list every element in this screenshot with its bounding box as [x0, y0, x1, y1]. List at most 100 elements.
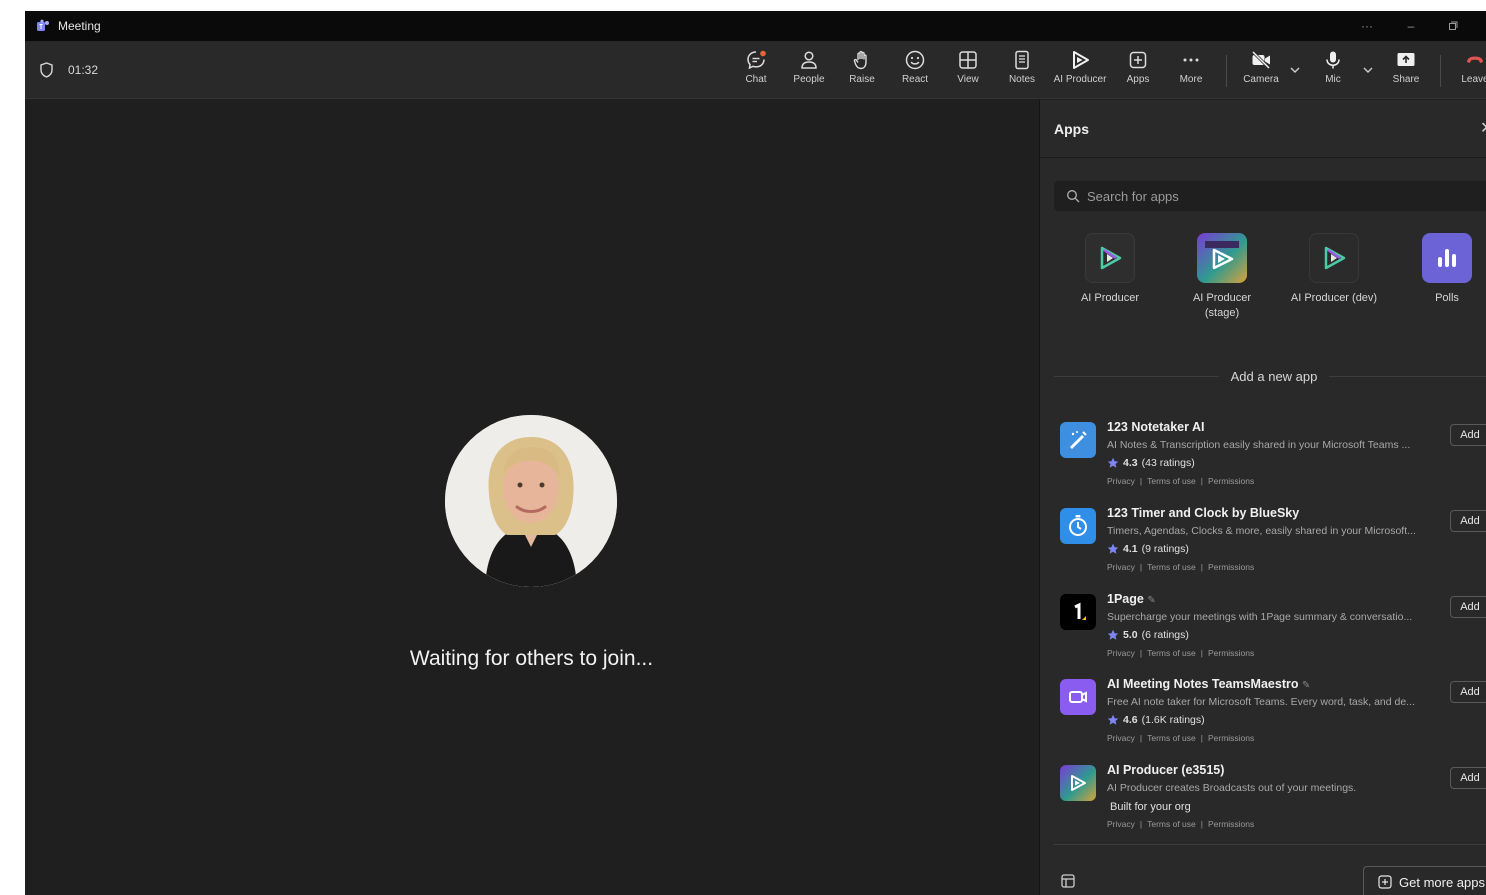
app-description: Free AI note taker for Microsoft Teams. …	[1107, 696, 1415, 708]
rating-value: 4.3	[1123, 457, 1138, 469]
teams-icon	[37, 19, 49, 31]
people-button[interactable]: People	[783, 49, 835, 95]
app-name: AI Meeting Notes TeamsMaestro ✎	[1107, 677, 1311, 691]
ai-producer-icon	[1073, 51, 1089, 69]
notetaker-app-icon	[1060, 422, 1096, 458]
app-list-item[interactable]: 1Page ✎ Supercharge your meetings with 1…	[1060, 592, 1486, 672]
get-more-apps-button[interactable]: Get more apps	[1363, 866, 1486, 895]
chat-label: Chat	[745, 74, 767, 85]
leave-button[interactable]: Leave	[1449, 49, 1486, 95]
pinned-app-polls[interactable]: Polls	[1401, 233, 1486, 306]
star-icon	[1107, 543, 1119, 554]
app-name: 123 Notetaker AI	[1107, 420, 1205, 434]
terms-link[interactable]: Terms of use	[1147, 562, 1196, 572]
mic-button[interactable]: Mic	[1307, 49, 1359, 95]
more-icon: ···	[1361, 19, 1373, 33]
more-options-button[interactable]: ···	[1347, 11, 1387, 41]
pinned-app-ai-producer-stage[interactable]: AI Producer (stage)	[1176, 233, 1268, 321]
more-button[interactable]: More	[1165, 49, 1217, 95]
teamsmaestro-app-icon	[1060, 679, 1096, 715]
react-label: React	[901, 74, 929, 85]
link-separator: |	[1139, 819, 1143, 829]
get-more-apps-label: Get more apps	[1399, 874, 1485, 890]
leave-label: Leave	[1461, 74, 1486, 85]
add-app-button[interactable]: Add	[1450, 596, 1486, 618]
terms-link[interactable]: Terms of use	[1147, 476, 1196, 486]
panel-divider	[1040, 157, 1486, 158]
permissions-link[interactable]: Permissions	[1208, 733, 1254, 743]
meeting-window: Meeting ··· – 01:32 Chat People Raise Re…	[25, 11, 1486, 895]
react-button[interactable]: React	[889, 49, 941, 95]
privacy-link[interactable]: Privacy	[1107, 648, 1135, 658]
app-rating: 5.0 (6 ratings)	[1107, 629, 1189, 641]
notes-button[interactable]: Notes	[996, 49, 1048, 95]
window-title: Meeting	[58, 19, 101, 33]
app-rating: 4.3 (43 ratings)	[1107, 457, 1195, 469]
pinned-app-ai-producer-dev[interactable]: AI Producer (dev)	[1288, 233, 1380, 306]
link-separator: |	[1200, 648, 1203, 658]
terms-link[interactable]: Terms of use	[1147, 819, 1196, 829]
add-app-button[interactable]: Add	[1450, 424, 1486, 446]
restore-icon	[1449, 21, 1458, 30]
app-description: Timers, Agendas, Clocks & more, easily s…	[1107, 525, 1416, 537]
apps-label: Apps	[1126, 74, 1150, 85]
camera-button[interactable]: Camera	[1235, 49, 1287, 95]
mic-icon	[1326, 51, 1340, 69]
permissions-link[interactable]: Permissions	[1208, 819, 1254, 829]
ai-producer-dev-app-icon	[1309, 233, 1359, 283]
terms-link[interactable]: Terms of use	[1147, 648, 1196, 658]
add-new-app-divider: Add a new app	[1054, 366, 1486, 386]
manage-apps-icon[interactable]	[1060, 873, 1076, 889]
title-bar: Meeting ··· –	[25, 11, 1486, 41]
apps-button[interactable]: Apps	[1112, 49, 1164, 95]
star-icon	[1107, 629, 1119, 640]
add-app-icon	[1378, 875, 1392, 889]
privacy-link[interactable]: Privacy	[1107, 733, 1135, 743]
mic-options-chevron-icon[interactable]	[1361, 63, 1375, 77]
pinned-app-ai-producer[interactable]: AI Producer	[1064, 233, 1156, 306]
search-input[interactable]	[1087, 188, 1467, 204]
raise-hand-button[interactable]: Raise	[836, 49, 888, 95]
rating-count: (9 ratings)	[1141, 543, 1189, 555]
shield-icon	[40, 62, 53, 78]
link-separator: |	[1200, 819, 1203, 829]
edit-icon: ✎	[1301, 680, 1311, 691]
people-label: People	[793, 74, 825, 85]
add-app-button[interactable]: Add	[1450, 767, 1486, 789]
camera-options-chevron-icon[interactable]	[1288, 63, 1302, 77]
app-list-item[interactable]: AI Producer (e3515) AI Producer creates …	[1060, 763, 1486, 843]
notes-icon	[1015, 50, 1029, 70]
chat-button[interactable]: Chat	[730, 49, 782, 95]
permissions-link[interactable]: Permissions	[1208, 648, 1254, 658]
ai-producer-stage-app-icon	[1197, 233, 1247, 283]
share-button[interactable]: Share	[1380, 49, 1432, 95]
app-list-item[interactable]: AI Meeting Notes TeamsMaestro ✎ Free AI …	[1060, 677, 1486, 757]
app-list-item[interactable]: 123 Timer and Clock by BlueSky Timers, A…	[1060, 506, 1486, 586]
star-icon	[1107, 457, 1119, 468]
rating-value: 4.1	[1123, 543, 1138, 555]
app-rating: 4.6 (1.6K ratings)	[1107, 714, 1205, 726]
add-app-button[interactable]: Add	[1450, 510, 1486, 532]
add-app-button[interactable]: Add	[1450, 681, 1486, 703]
polls-app-icon	[1422, 233, 1472, 283]
privacy-link[interactable]: Privacy	[1107, 819, 1135, 829]
terms-link[interactable]: Terms of use	[1147, 733, 1196, 743]
pinned-app-name: AI Producer (stage)	[1192, 292, 1252, 319]
pinned-app-name: AI Producer	[1080, 292, 1140, 304]
add-new-app-label: Add a new app	[1230, 368, 1318, 384]
permissions-link[interactable]: Permissions	[1208, 562, 1254, 572]
toolbar-divider	[1440, 55, 1441, 87]
privacy-link[interactable]: Privacy	[1107, 562, 1135, 572]
ai-producer-button[interactable]: AI Producer	[1054, 49, 1106, 95]
app-links: Privacy | Terms of use | Permissions	[1107, 648, 1259, 658]
restore-button[interactable]	[1433, 11, 1473, 41]
close-panel-button[interactable]: ✕	[1480, 118, 1486, 138]
waiting-status: Waiting for others to join...	[409, 647, 654, 670]
meeting-toolbar: 01:32 Chat People Raise React View Notes	[25, 41, 1486, 99]
apps-panel-title: Apps	[1054, 121, 1089, 137]
app-list-item[interactable]: 123 Notetaker AI AI Notes & Transcriptio…	[1060, 420, 1486, 500]
permissions-link[interactable]: Permissions	[1208, 476, 1254, 486]
view-button[interactable]: View	[942, 49, 994, 95]
privacy-link[interactable]: Privacy	[1107, 476, 1135, 486]
minimize-button[interactable]: –	[1391, 11, 1431, 41]
